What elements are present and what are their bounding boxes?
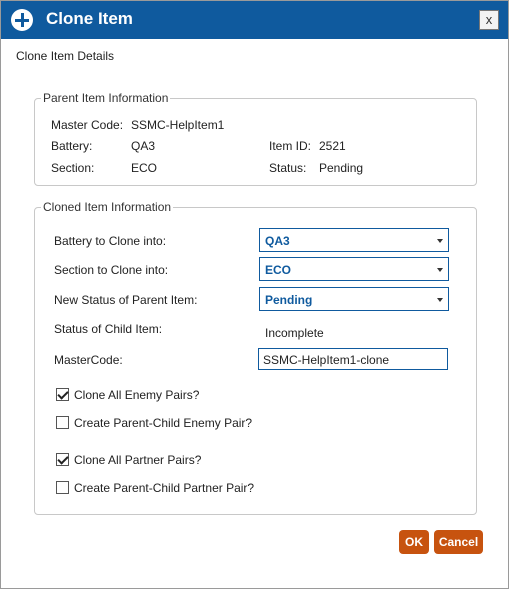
parent-section-value: ECO	[131, 161, 158, 175]
child-status-label: Status of Child Item:	[54, 322, 163, 336]
close-button[interactable]: x	[479, 10, 499, 30]
parent-master-code-label: Master Code:	[51, 118, 124, 132]
new-status-value: Pending	[265, 293, 313, 307]
create-enemy-pair-checkbox[interactable]	[56, 416, 69, 429]
ok-button[interactable]: OK	[399, 530, 429, 554]
create-partner-pair-label[interactable]: Create Parent-Child Partner Pair?	[74, 481, 254, 495]
chevron-down-icon	[437, 268, 443, 272]
new-status-label: New Status of Parent Item:	[54, 293, 198, 307]
section-clone-value: ECO	[265, 263, 292, 277]
cloned-info-legend: Cloned Item Information	[41, 200, 174, 214]
parent-battery-value: QA3	[131, 139, 156, 153]
child-status-value: Incomplete	[265, 326, 324, 340]
section-clone-select[interactable]: ECO	[259, 257, 449, 281]
parent-section-label: Section:	[51, 161, 95, 175]
master-code-input[interactable]: SSMC-HelpItem1-clone	[258, 348, 448, 370]
create-enemy-pair-label[interactable]: Create Parent-Child Enemy Pair?	[74, 416, 252, 430]
parent-status-value: Pending	[319, 161, 364, 175]
dialog-title: Clone Item	[46, 9, 133, 28]
chevron-down-icon	[437, 239, 443, 243]
parent-master-code-value: SSMC-HelpItem1	[131, 118, 225, 132]
cancel-button[interactable]: Cancel	[434, 530, 483, 554]
parent-item-id-value: 2521	[319, 139, 346, 153]
plus-circle-icon	[11, 9, 33, 31]
parent-info-legend: Parent Item Information	[41, 91, 171, 105]
clone-partner-pairs-checkbox[interactable]	[56, 453, 69, 466]
clone-enemy-pairs-label[interactable]: Clone All Enemy Pairs?	[74, 388, 199, 402]
battery-clone-select[interactable]: QA3	[259, 228, 449, 252]
section-clone-label: Section to Clone into:	[54, 263, 169, 277]
battery-clone-label: Battery to Clone into:	[54, 234, 167, 248]
section-subtitle: Clone Item Details	[16, 49, 115, 63]
parent-item-id-label: Item ID:	[269, 139, 312, 153]
master-code-label: MasterCode:	[54, 353, 123, 367]
create-partner-pair-checkbox[interactable]	[56, 481, 69, 494]
title-bar: Clone Item x	[1, 1, 508, 39]
battery-clone-value: QA3	[265, 234, 290, 248]
clone-item-dialog: Clone Item x Clone Item Details Parent I…	[0, 0, 509, 589]
new-status-select[interactable]: Pending	[259, 287, 449, 311]
clone-enemy-pairs-checkbox[interactable]	[56, 388, 69, 401]
master-code-input-value: SSMC-HelpItem1-clone	[263, 353, 390, 367]
parent-info-group: Parent Item Information	[34, 91, 477, 186]
clone-partner-pairs-label[interactable]: Clone All Partner Pairs?	[74, 453, 201, 467]
parent-status-label: Status:	[269, 161, 307, 175]
parent-battery-label: Battery:	[51, 139, 93, 153]
chevron-down-icon	[437, 298, 443, 302]
